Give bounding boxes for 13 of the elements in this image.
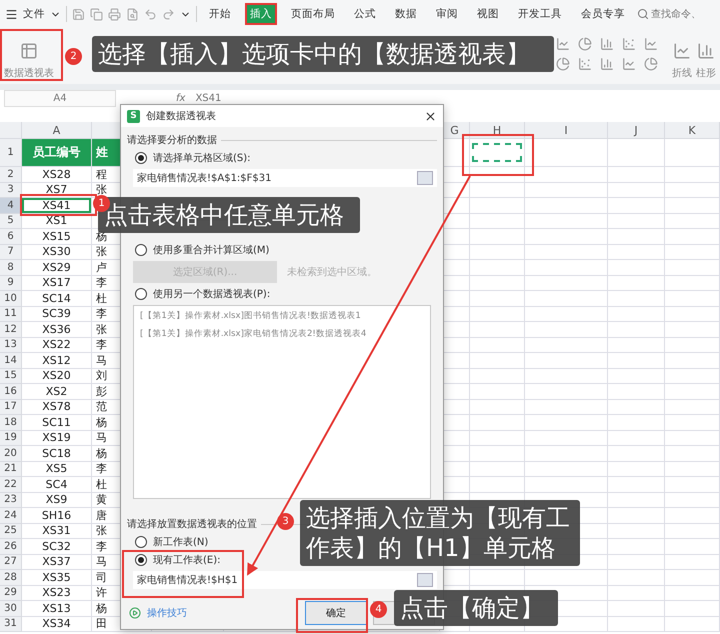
radio-label: 使用另一个数据透视表(P):	[153, 288, 270, 301]
status-text: 未检索到选中区域。	[287, 266, 377, 279]
section-heading: 请选择要分析的数据	[127, 134, 217, 147]
radio-label: 请选择单元格区域(S):	[153, 152, 251, 165]
step-tooltip: 选择【插入】选项卡中的【数据透视表】	[92, 36, 554, 72]
step-tooltip: 点击【确定】	[394, 590, 558, 626]
app-logo: S	[127, 110, 140, 122]
dialog-title: 创建数据透视表	[146, 110, 216, 123]
step-tooltip: 选择插入位置为【现有工作表】的【H1】单元格	[300, 500, 580, 566]
section-heading: 请选择放置数据透视表的位置	[127, 518, 257, 531]
radio-label: 新工作表(N)	[153, 536, 208, 549]
radio-label: 现有工作表(E):	[153, 554, 220, 567]
radio-label: 使用多重合并计算区域(M)	[153, 244, 270, 257]
